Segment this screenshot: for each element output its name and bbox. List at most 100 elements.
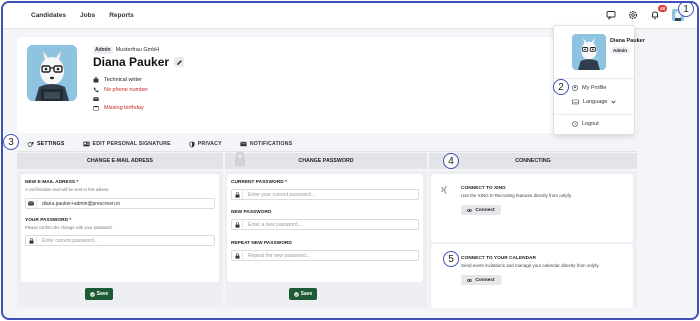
birthday-value: Missing birthday [104,105,144,111]
xing-connect-button[interactable]: Connect [461,205,501,215]
repeat-password-input[interactable]: Repeat the new password... [231,250,419,261]
current-password-input[interactable]: Enter your current password... [231,189,419,200]
password-placeholder: Enter current password... [42,237,98,244]
profile-name-row: Diana Pauker [93,55,185,69]
calendar-icon [93,106,99,111]
tab-label: NOTIFICATIONS [249,141,293,147]
new-password-label: NEW PASSWORD [231,210,272,215]
button-label: Save [96,291,109,297]
email-line [93,96,104,102]
password-label: YOUR PASSWORD * [25,218,72,223]
menu-item-my-profile[interactable]: My Profile [572,85,606,91]
button-label: Save [300,291,313,297]
job-title-line: Technical writer [93,77,142,83]
check-circle-icon [89,291,95,297]
keyboard-icon [572,99,579,105]
tab-label: SETTINGS [37,141,65,147]
bell-icon[interactable]: 48 [649,5,667,21]
nav-reports[interactable]: Reports [109,12,134,19]
current-password-field[interactable]: Enter current password... [25,235,215,246]
id-card-icon [82,141,90,147]
chat-icon[interactable] [605,9,617,21]
edit-profile-button[interactable] [174,57,185,67]
menu-item-language[interactable]: Language [572,99,617,105]
xing-description: Use the XING E-Recruiting features direc… [461,193,572,198]
company-line: Admin Musterfrau GmbH [93,46,159,54]
lock-icon [26,236,37,245]
new-password-placeholder: Enter a new password... [248,221,302,228]
phone-number: No phone number [104,87,149,93]
dropdown-avatar [572,34,606,70]
check-circle-icon [293,291,299,297]
tab-edit-signature[interactable]: EDIT PERSONAL SIGNATURE [79,138,171,150]
shield-icon [189,141,195,147]
new-password-input[interactable]: Enter a new password... [231,219,419,230]
repeat-password-label: REPEAT NEW PASSWORD [231,241,292,246]
lock-icon [232,190,243,199]
callout-marker-1: 1 [678,3,694,17]
calendar-connect-button[interactable]: Connect [461,275,501,285]
profile-card: Admin Musterfrau GmbH Diana Pauker Techn… [17,37,637,133]
panel-title: CHANGE E-MAIL ADRESS [87,158,153,164]
envelope-icon [26,199,37,208]
dropdown-divider [554,114,634,115]
change-password-header: CHANGE PASSWORD [225,151,427,169]
new-email-field[interactable]: diana.pauker+admin@prescreen.io [25,198,215,209]
briefcase-icon [93,77,99,83]
tab-label: EDIT PERSONAL SIGNATURE [92,141,171,147]
xing-card: CONNECT TO XING Use the XING E-Recruitin… [431,174,633,242]
top-icons: 48 [605,5,685,21]
connecting-panel: CONNECT TO XING Use the XING E-Recruitin… [429,171,637,308]
phone-line: No phone number [93,87,148,93]
menu-item-label: Logout [582,121,599,127]
link-icon [467,278,473,282]
envelope-icon [240,141,247,147]
current-password-label: CURRENT PASSWORD * [231,180,287,185]
tab-notifications[interactable]: NOTIFICATIONS [236,138,293,150]
gears-icon [27,141,34,147]
birthday-line: Missing birthday [93,105,144,111]
tab-label: PRIVACY [197,141,222,147]
xing-icon [441,186,447,194]
role-tag: Admin [93,46,113,54]
tab-privacy[interactable]: PRIVACY [185,138,222,150]
lock-icon [232,251,243,260]
change-email-card: NEW E-MAIL ADRESS * A confirmation mail … [21,174,219,282]
company-name: Musterfrau GmbH [115,47,160,53]
repeat-password-placeholder: Repeat the new password... [248,252,310,259]
calendar-title: CONNECT TO YOUR CALENDAR [461,256,536,261]
change-email-panel: NEW E-MAIL ADRESS * A confirmation mail … [17,171,223,308]
profile-name: Diana Pauker [93,55,170,69]
notification-badge: 48 [657,5,667,12]
menu-item-label: Language [583,99,608,105]
menu-item-logout[interactable]: Logout [572,121,599,127]
nav-candidates[interactable]: Candidates [31,12,66,19]
callout-marker-5: 5 [443,251,459,267]
new-email-value: diana.pauker+admin@prescreen.io [42,200,121,207]
change-password-panel: CURRENT PASSWORD * Enter your current pa… [225,171,427,308]
calendar-card: CONNECT TO YOUR CALENDAR Send event invi… [431,244,633,308]
new-email-hint: A confirmation mail will be sent to this… [25,187,110,192]
pencil-icon [176,59,182,65]
nav-jobs[interactable]: Jobs [80,12,95,19]
phone-icon [93,87,99,93]
callout-marker-4: 4 [443,153,459,169]
password-hint: Please confirm the change with your pass… [25,225,113,230]
dropdown-divider [554,78,634,79]
tab-settings[interactable]: SETTINGS [17,138,65,150]
panel-title: CONNECTING [515,158,551,164]
avatar [27,45,77,101]
callout-marker-2: 2 [553,79,569,95]
chevron-down-icon [611,100,617,104]
settings-tabs: SETTINGS EDIT PERSONAL SIGNATURE PRIVACY… [17,138,637,150]
gear-icon[interactable] [627,9,639,21]
save-email-button[interactable]: Save [85,288,113,300]
main-nav: Candidates Jobs Reports [31,12,134,19]
job-title: Technical writer [104,77,142,83]
save-password-button[interactable]: Save [289,288,317,300]
current-password-placeholder: Enter your current password... [248,191,315,198]
callout-marker-3: 3 [3,134,19,150]
app-frame: Candidates Jobs Reports 48 Admin Musterf… [1,1,699,320]
lock-watermark-icon [235,151,245,166]
calendar-description: Send event invitations and manage your c… [461,263,600,268]
